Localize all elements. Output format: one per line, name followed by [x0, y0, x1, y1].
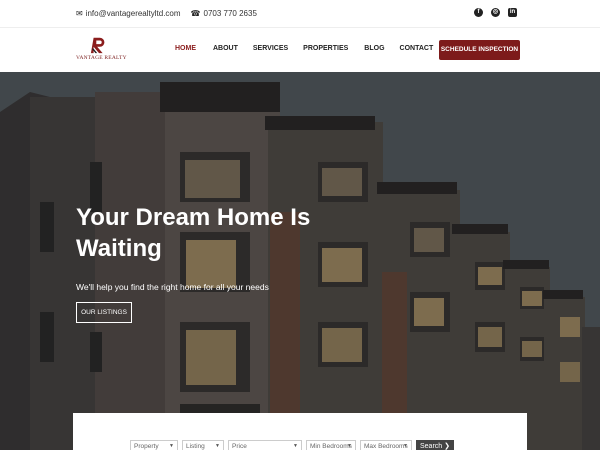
chevron-down-icon: ▼ [215, 443, 220, 449]
main-nav: HOME ABOUT SERVICES PROPERTIES BLOG CONT… [175, 45, 433, 52]
nav-home[interactable]: HOME [175, 45, 196, 52]
main-navbar: VANTAGE REALTY HOME ABOUT SERVICES PROPE… [0, 28, 600, 72]
hero-title-line-2: Waiting [76, 235, 162, 262]
chevron-down-icon: ▼ [403, 443, 408, 449]
schedule-inspection-button[interactable]: SCHEDULE INSPECTION [439, 40, 520, 60]
our-listings-button[interactable]: OUR LISTINGS [76, 302, 132, 323]
phone-icon: ☎ [190, 9, 201, 18]
listing-type-value: Listing Type [186, 443, 205, 450]
instagram-icon[interactable]: ◎ [491, 8, 500, 17]
top-bar: ✉ info@vantagerealtyltd.com ☎ 0703 770 263… [0, 0, 600, 28]
logo[interactable]: VANTAGE REALTY [76, 36, 127, 61]
email-text: info@vantagerealtyltd.com [85, 9, 181, 18]
max-bedrooms-value: Max Bedrooms [364, 443, 408, 450]
phone-link[interactable]: ☎ 0703 770 2635 [191, 9, 257, 18]
nav-blog[interactable]: BLOG [364, 45, 384, 52]
search-fields: Property Type ▼ Listing Type ▼ Price ▼ Min … [130, 440, 455, 450]
envelope-icon: ✉ [76, 9, 83, 18]
nav-contact[interactable]: CONTACT [400, 45, 434, 52]
hero-section: Your Dream Home Is Waiting We'll help you… [0, 72, 600, 450]
chevron-down-icon: ▼ [347, 443, 352, 449]
email-link[interactable]: ✉ info@vantagerealtyltd.com [76, 9, 181, 18]
social-links: f ◎ in [474, 8, 517, 17]
nav-about[interactable]: ABOUT [213, 45, 238, 52]
nav-services[interactable]: SERVICES [253, 45, 288, 52]
search-button-label: Search [420, 443, 443, 450]
chevron-down-icon: ▼ [169, 443, 174, 449]
property-type-value: Property Type [134, 443, 159, 450]
contact-info: ✉ info@vantagerealtyltd.com ☎ 0703 770 263… [76, 9, 257, 18]
brand-name: VANTAGE REALTY [76, 55, 127, 61]
listing-type-select[interactable]: Listing Type ▼ [182, 440, 224, 450]
max-bedrooms-select[interactable]: Max Bedrooms ▼ [360, 440, 412, 450]
chevron-down-icon: ▼ [293, 443, 298, 449]
nav-properties[interactable]: PROPERTIES [303, 45, 348, 52]
logo-mark-icon [90, 37, 105, 54]
facebook-icon[interactable]: f [474, 8, 483, 17]
hero-title: Your Dream Home Is Waiting [76, 202, 336, 264]
linkedin-icon[interactable]: in [508, 8, 517, 17]
min-bedrooms-value: Min Bedrooms [310, 443, 352, 450]
price-value: Price [232, 443, 247, 450]
min-bedrooms-select[interactable]: Min Bedrooms ▼ [306, 440, 356, 450]
search-button[interactable]: Search ❯ [416, 440, 455, 450]
chevron-right-icon: ❯ [444, 443, 451, 450]
property-search-form: Property Type ▼ Listing Type ▼ Price ▼ Min … [73, 413, 527, 450]
property-type-select[interactable]: Property Type ▼ [130, 440, 178, 450]
hero-title-line-1: Your Dream Home Is [76, 204, 311, 231]
hero-subtitle: We'll help you find the right home for a… [76, 282, 269, 292]
phone-text: 0703 770 2635 [203, 9, 257, 18]
price-select[interactable]: Price ▼ [228, 440, 302, 450]
